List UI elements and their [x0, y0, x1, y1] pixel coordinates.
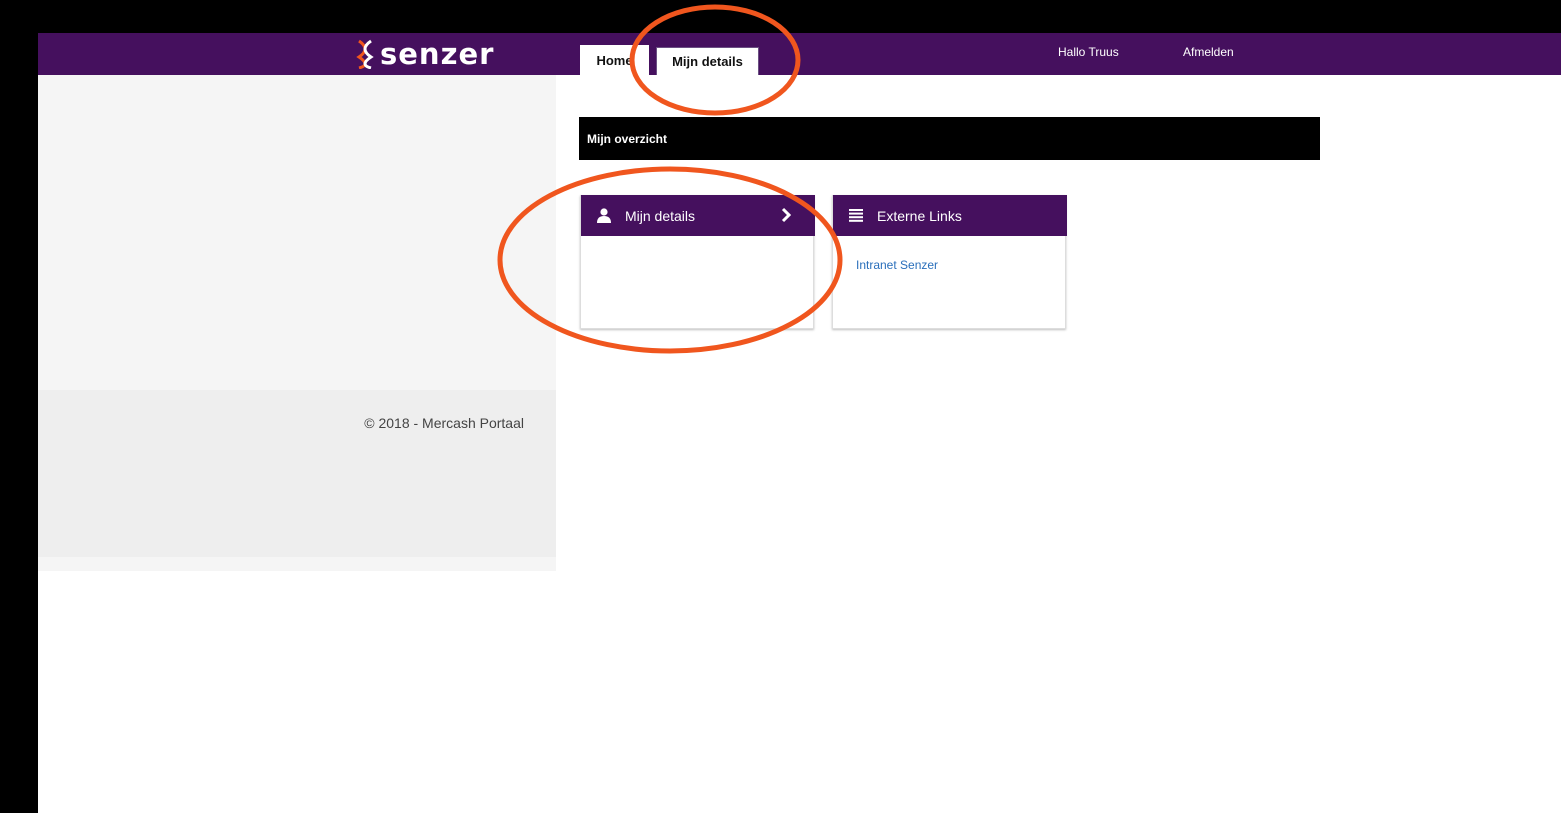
device-frame: senzer Home Mijn details Hallo Truus Afm… — [0, 0, 1561, 813]
bezel-left — [0, 0, 38, 813]
footer: © 2018 - Mercash Portaal — [38, 390, 556, 557]
copyright-text: © 2018 - Mercash Portaal — [364, 415, 524, 431]
browser-viewport: senzer Home Mijn details Hallo Truus Afm… — [38, 33, 1561, 813]
tab-home[interactable]: Home — [580, 45, 649, 75]
senzer-logo[interactable]: senzer — [356, 35, 494, 73]
tile-mijn-details[interactable]: Mijn details — [580, 195, 815, 329]
link-intranet-senzer[interactable]: Intranet Senzer — [856, 258, 938, 272]
tile-title: Externe Links — [877, 207, 962, 224]
top-navbar: senzer Home Mijn details Hallo Truus Afm… — [38, 33, 1561, 75]
logo-text: senzer — [380, 37, 495, 71]
user-greeting: Hallo Truus — [1058, 45, 1119, 59]
logo-mark-icon — [356, 39, 374, 69]
tab-mijn-details[interactable]: Mijn details — [656, 47, 759, 75]
section-title-bar: Mijn overzicht — [579, 117, 1320, 160]
tile-externe-links: Externe Links Intranet Senzer — [832, 195, 1067, 329]
sidebar — [38, 75, 556, 390]
sidebar-bottom — [38, 557, 556, 571]
user-icon — [597, 208, 611, 223]
list-icon — [849, 209, 863, 222]
chevron-right-icon[interactable] — [781, 207, 791, 223]
tile-header: Externe Links — [833, 195, 1067, 236]
logout-link[interactable]: Afmelden — [1183, 45, 1234, 59]
bezel-top — [0, 0, 1561, 33]
section-title: Mijn overzicht — [587, 131, 668, 146]
tile-header[interactable]: Mijn details — [581, 195, 815, 236]
